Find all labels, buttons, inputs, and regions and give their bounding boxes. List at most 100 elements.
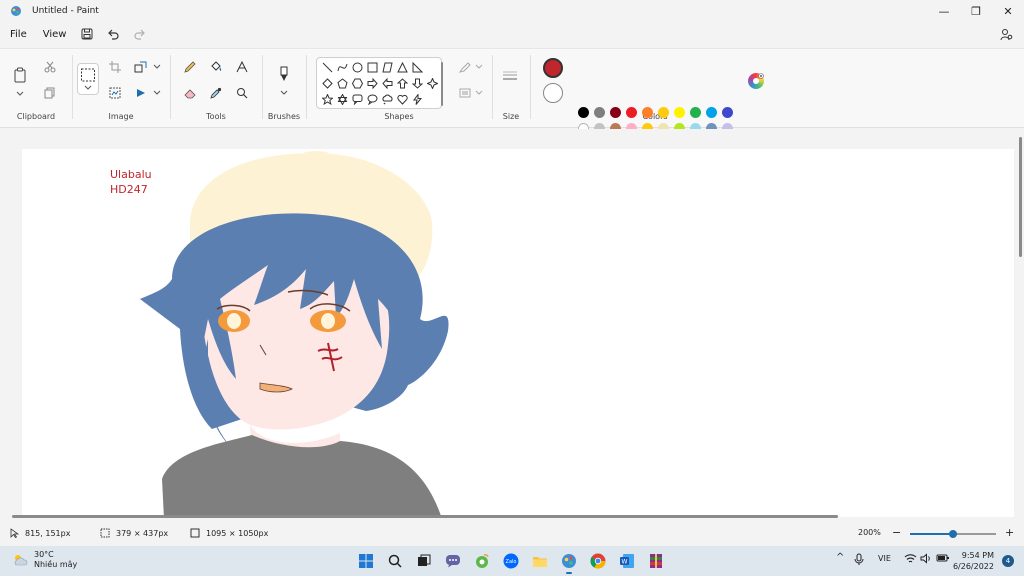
teams-chat-button[interactable]: [443, 551, 463, 571]
paste-button[interactable]: [11, 66, 29, 84]
up-arrow-shape[interactable]: [395, 76, 409, 90]
eraser-button[interactable]: [181, 84, 199, 102]
polygon-shape[interactable]: [380, 60, 394, 74]
taskbar-clock[interactable]: 9:54 PM 6/26/2022: [953, 550, 994, 572]
right-triangle-shape[interactable]: [410, 60, 424, 74]
cloud-callout-shape[interactable]: [380, 92, 394, 106]
color-swatch[interactable]: [722, 107, 733, 118]
canvas-workspace[interactable]: Ulabalu HD247: [0, 129, 1024, 517]
file-explorer-button[interactable]: [530, 551, 550, 571]
color-swatch[interactable]: [626, 107, 637, 118]
color-swatch[interactable]: [578, 107, 589, 118]
winrar-button[interactable]: [646, 551, 666, 571]
microphone-button[interactable]: [854, 553, 864, 567]
vertical-scrollbar[interactable]: [1019, 137, 1022, 257]
star-icon: [321, 93, 333, 105]
show-hidden-icons-button[interactable]: ^: [836, 552, 844, 563]
color-swatch[interactable]: [690, 107, 701, 118]
curve-shape[interactable]: [335, 60, 349, 74]
chrome-button[interactable]: [588, 551, 608, 571]
size-button[interactable]: [501, 67, 519, 85]
pencil-button[interactable]: [181, 58, 199, 76]
oval-shape[interactable]: [350, 60, 364, 74]
text-icon: [236, 61, 248, 73]
view-menu[interactable]: View: [35, 29, 75, 40]
right-arrow-icon: [367, 77, 378, 89]
rectangle-shape[interactable]: [365, 60, 379, 74]
input-language[interactable]: VIE: [878, 554, 891, 563]
brushes-dropdown[interactable]: [275, 84, 293, 102]
battery-button[interactable]: [936, 553, 950, 565]
task-view-button[interactable]: [414, 551, 434, 571]
redo-button[interactable]: [126, 24, 152, 44]
undo-button[interactable]: [100, 24, 126, 44]
word-button[interactable]: W: [617, 551, 637, 571]
shapes-scrollbar[interactable]: [441, 62, 443, 106]
save-button[interactable]: [74, 24, 100, 44]
brushes-button[interactable]: [275, 65, 293, 83]
close-button[interactable]: ✕: [992, 0, 1024, 22]
cut-button[interactable]: [41, 58, 59, 76]
text-button[interactable]: [233, 58, 251, 76]
crop-button[interactable]: [106, 58, 124, 76]
search-taskbar-button[interactable]: [385, 551, 405, 571]
triangle-shape[interactable]: [395, 60, 409, 74]
color-swatch[interactable]: [594, 107, 605, 118]
five-point-star-shape[interactable]: [320, 92, 334, 106]
left-arrow-shape[interactable]: [380, 76, 394, 90]
anime-character-drawing: [140, 151, 449, 517]
primary-color[interactable]: [543, 58, 563, 78]
outline-dropdown[interactable]: [470, 58, 488, 76]
magnifier-button[interactable]: [233, 84, 251, 102]
zoom-out-button[interactable]: −: [892, 526, 901, 539]
weather-widget[interactable]: 30°C Nhiều mây: [12, 550, 77, 570]
settings-button[interactable]: [994, 23, 1018, 45]
color-swatch[interactable]: [674, 107, 685, 118]
notification-badge[interactable]: 4: [1002, 555, 1014, 567]
paint-taskbar-button[interactable]: [559, 551, 579, 574]
down-arrow-shape[interactable]: [410, 76, 424, 90]
start-button[interactable]: [356, 551, 376, 571]
coc-coc-browser-button[interactable]: [472, 551, 492, 571]
zalo-button[interactable]: Zalo: [501, 551, 521, 571]
color-swatch[interactable]: [658, 107, 669, 118]
color-swatch[interactable]: [706, 107, 717, 118]
rotate-dropdown[interactable]: [148, 84, 166, 102]
wifi-button[interactable]: [904, 553, 917, 566]
six-point-star-shape[interactable]: [335, 92, 349, 106]
oval-callout-shape[interactable]: [365, 92, 379, 106]
lightning-shape[interactable]: [410, 92, 424, 106]
right-arrow-shape[interactable]: [365, 76, 379, 90]
file-menu[interactable]: File: [2, 29, 35, 40]
hexagon-shape[interactable]: [350, 76, 364, 90]
rounded-callout-shape[interactable]: [350, 92, 364, 106]
four-point-star-shape[interactable]: [425, 76, 439, 90]
color-picker-button[interactable]: [207, 84, 225, 102]
select-button[interactable]: [77, 63, 99, 95]
chevron-down-icon: [475, 90, 483, 95]
fill-style-dropdown[interactable]: [470, 84, 488, 102]
horizontal-scrollbar[interactable]: [12, 515, 838, 518]
edit-colors-button[interactable]: [748, 73, 764, 89]
resize-dropdown[interactable]: [148, 58, 166, 76]
fill-button[interactable]: [207, 58, 225, 76]
secondary-color[interactable]: [543, 83, 563, 103]
zoom-slider[interactable]: [910, 530, 996, 538]
clock-date: 6/26/2022: [952, 562, 994, 571]
shapes-gallery: [316, 57, 443, 109]
diamond-shape[interactable]: [320, 76, 334, 90]
pentagon-shape[interactable]: [335, 76, 349, 90]
drawing-canvas[interactable]: Ulabalu HD247: [22, 149, 1014, 517]
image-select-button[interactable]: [106, 84, 124, 102]
maximize-button[interactable]: ❐: [960, 0, 992, 22]
zoom-slider-thumb[interactable]: [949, 530, 957, 538]
color-swatch[interactable]: [610, 107, 621, 118]
volume-button[interactable]: [920, 553, 932, 566]
line-shape[interactable]: [320, 60, 334, 74]
paste-dropdown[interactable]: [11, 85, 29, 103]
heart-shape[interactable]: [395, 92, 409, 106]
copy-button[interactable]: [41, 84, 59, 102]
zoom-in-button[interactable]: +: [1005, 526, 1014, 539]
color-swatch[interactable]: [642, 107, 653, 118]
minimize-button[interactable]: —: [928, 0, 960, 22]
